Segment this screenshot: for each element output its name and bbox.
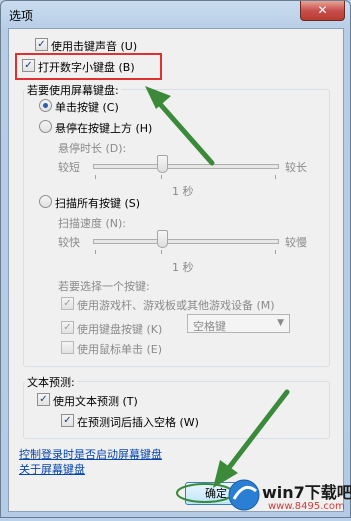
arrow-to-numpad [145, 86, 215, 166]
arrow-to-ok [213, 389, 290, 488]
watermark: win7下载吧 www.8495.com [226, 477, 351, 518]
annotation-arrows [145, 86, 290, 503]
ok-highlight-ellipse [176, 483, 234, 503]
watermark-brand: win7下载吧 [262, 483, 351, 502]
watermark-url: www.8495.com [268, 501, 345, 512]
